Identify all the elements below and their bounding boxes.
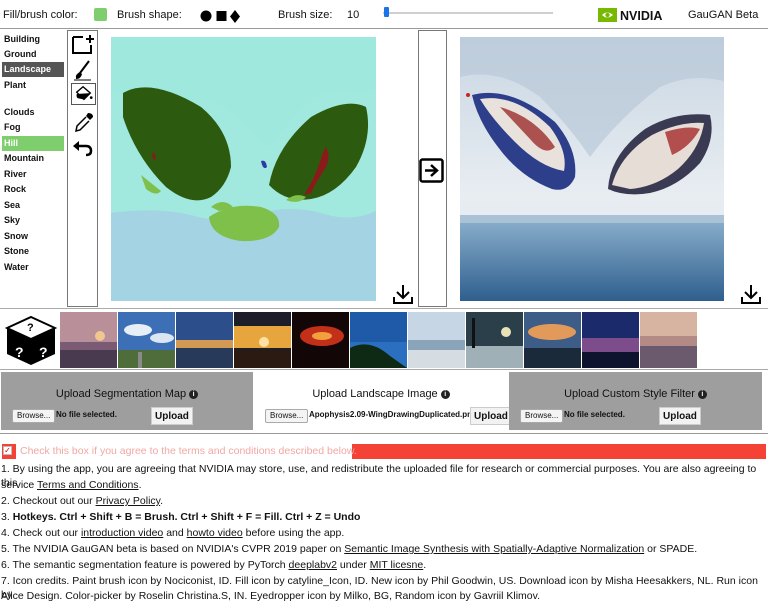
- label-rock[interactable]: Rock: [2, 182, 64, 197]
- upload-landscape-title: Upload Landscape Image i: [254, 388, 508, 400]
- upload-landscape-button[interactable]: Upload: [470, 407, 512, 425]
- label-hill[interactable]: Hill: [2, 136, 64, 151]
- upload-landscape-panel: Upload Landscape Image i Browse... Apophy…: [254, 372, 512, 430]
- style-thumbnail-7[interactable]: [408, 312, 465, 368]
- terms-section: ✓ Check this box if you agree to the ter…: [0, 433, 768, 612]
- style-thumbnail-4[interactable]: [234, 312, 291, 368]
- deeplabv2-link[interactable]: deeplabv2: [289, 559, 337, 571]
- eyedropper-icon[interactable]: [71, 111, 96, 133]
- download-segmentation-icon[interactable]: [392, 283, 414, 305]
- brush-shape-label: Brush shape:: [117, 9, 182, 21]
- svg-text:?: ?: [39, 344, 48, 360]
- generated-output-image: [460, 37, 724, 301]
- agree-checkbox[interactable]: ✓: [3, 446, 12, 455]
- style-thumbnail-6[interactable]: [350, 312, 407, 368]
- segmentation-file-name: No file selected.: [56, 410, 117, 419]
- new-canvas-icon[interactable]: [71, 33, 96, 55]
- browse-style-button[interactable]: Browse...: [520, 409, 564, 423]
- style-thumbnail-1[interactable]: [60, 312, 117, 368]
- label-sky[interactable]: Sky: [2, 213, 64, 228]
- upload-style-button[interactable]: Upload: [659, 407, 701, 425]
- agree-text: Check this box if you agree to the terms…: [20, 445, 357, 457]
- label-clouds[interactable]: Clouds: [2, 105, 64, 120]
- upload-segmentation-panel: Upload Segmentation Map i Browse... No fi…: [1, 372, 253, 430]
- upload-segmentation-title: Upload Segmentation Map i: [1, 388, 253, 400]
- random-style-dice-icon[interactable]: ? ? ?: [5, 315, 57, 367]
- segmentation-canvas[interactable]: [111, 37, 376, 301]
- brush-size-slider-thumb[interactable]: [384, 7, 390, 17]
- nvidia-logo: NVIDIA: [598, 8, 662, 23]
- fill-color-label: Fill/brush color:: [3, 9, 78, 21]
- term-7-line-2: Alice Design. Color-picker by Roselin Ch…: [1, 590, 541, 602]
- svg-text:?: ?: [27, 322, 34, 334]
- label-ground[interactable]: Ground: [2, 47, 64, 62]
- introduction-video-link[interactable]: introduction video: [81, 527, 163, 539]
- info-icon[interactable]: i: [440, 389, 450, 399]
- square-shape-icon[interactable]: [216, 10, 227, 22]
- brush-size-label: Brush size:: [278, 9, 333, 21]
- browse-segmentation-button[interactable]: Browse...: [12, 409, 56, 423]
- upload-segmentation-button[interactable]: Upload: [151, 407, 193, 425]
- term-6: 6. The semantic segmentation feature is …: [1, 559, 427, 571]
- style-thumbnail-2[interactable]: [118, 312, 175, 368]
- paper-link[interactable]: Semantic Image Synthesis with Spatially-…: [344, 543, 644, 555]
- terms-link[interactable]: Terms and Conditions: [37, 479, 139, 491]
- style-thumbnail-9[interactable]: [524, 312, 581, 368]
- label-fog[interactable]: Fog: [2, 120, 64, 135]
- label-water[interactable]: Water: [2, 260, 64, 275]
- label-plant[interactable]: Plant: [2, 78, 64, 93]
- circle-shape-icon[interactable]: [200, 10, 212, 22]
- undo-icon[interactable]: [71, 137, 96, 159]
- label-stone[interactable]: Stone: [2, 244, 64, 259]
- fill-color-swatch[interactable]: [94, 8, 107, 21]
- label-building[interactable]: Building: [2, 32, 64, 47]
- term-5: 5. The NVIDIA GauGAN beta is based on NV…: [1, 543, 698, 555]
- upload-style-panel: Upload Custom Style Filter i Browse... No…: [509, 372, 762, 430]
- term-2: 2. Checkout out our Privacy Policy.: [1, 495, 164, 507]
- agree-highlight-right: [352, 444, 766, 459]
- top-toolbar: Fill/brush color: Brush shape: Brush siz…: [0, 0, 768, 29]
- svg-text:?: ?: [15, 344, 24, 360]
- style-thumbnail-8[interactable]: [466, 312, 523, 368]
- style-thumbnail-11[interactable]: [640, 312, 697, 368]
- nvidia-logo-text: NVIDIA: [620, 9, 662, 23]
- mit-license-link[interactable]: MIT licesne: [370, 559, 424, 571]
- landscape-file-name: Apophysis2.09-WingDrawingDuplicated.png: [309, 410, 477, 419]
- style-file-name: No file selected.: [564, 410, 625, 419]
- label-snow[interactable]: Snow: [2, 229, 64, 244]
- label-list: Building Ground Landscape Plant Clouds F…: [0, 30, 66, 307]
- style-thumbnail-10[interactable]: [582, 312, 639, 368]
- diamond-shape-icon[interactable]: [230, 10, 240, 23]
- app-name: GauGAN Beta: [688, 9, 759, 21]
- agree-row: ✓ Check this box if you agree to the ter…: [2, 444, 766, 459]
- upload-style-title: Upload Custom Style Filter i: [509, 388, 762, 400]
- download-output-icon[interactable]: [740, 283, 762, 305]
- hotkeys-text: Hotkeys. Ctrl + Shift + B = Brush. Ctrl …: [12, 511, 361, 523]
- label-mountain[interactable]: Mountain: [2, 151, 64, 166]
- info-icon[interactable]: i: [189, 389, 199, 399]
- fill-bucket-icon[interactable]: [71, 83, 96, 105]
- style-thumbnail-3[interactable]: [176, 312, 233, 368]
- brush-size-slider-track[interactable]: [383, 12, 553, 14]
- label-sea[interactable]: Sea: [2, 198, 64, 213]
- browse-landscape-button[interactable]: Browse...: [265, 409, 309, 423]
- term-3: 3. Hotkeys. Ctrl + Shift + B = Brush. Ct…: [1, 511, 361, 523]
- tool-column: [67, 30, 98, 307]
- label-landscape[interactable]: Landscape: [2, 62, 64, 77]
- label-river[interactable]: River: [2, 167, 64, 182]
- term-4: 4. Check out our introduction video and …: [1, 527, 345, 539]
- howto-video-link[interactable]: howto video: [187, 527, 243, 539]
- run-arrow-icon[interactable]: [419, 158, 444, 183]
- privacy-policy-link[interactable]: Privacy Policy: [96, 495, 161, 507]
- style-thumbnail-5[interactable]: [292, 312, 349, 368]
- brush-icon[interactable]: [71, 59, 96, 81]
- brush-size-value: 10: [347, 9, 360, 21]
- term-1-line-2: service Terms and Conditions.: [1, 479, 142, 491]
- info-icon[interactable]: i: [697, 389, 707, 399]
